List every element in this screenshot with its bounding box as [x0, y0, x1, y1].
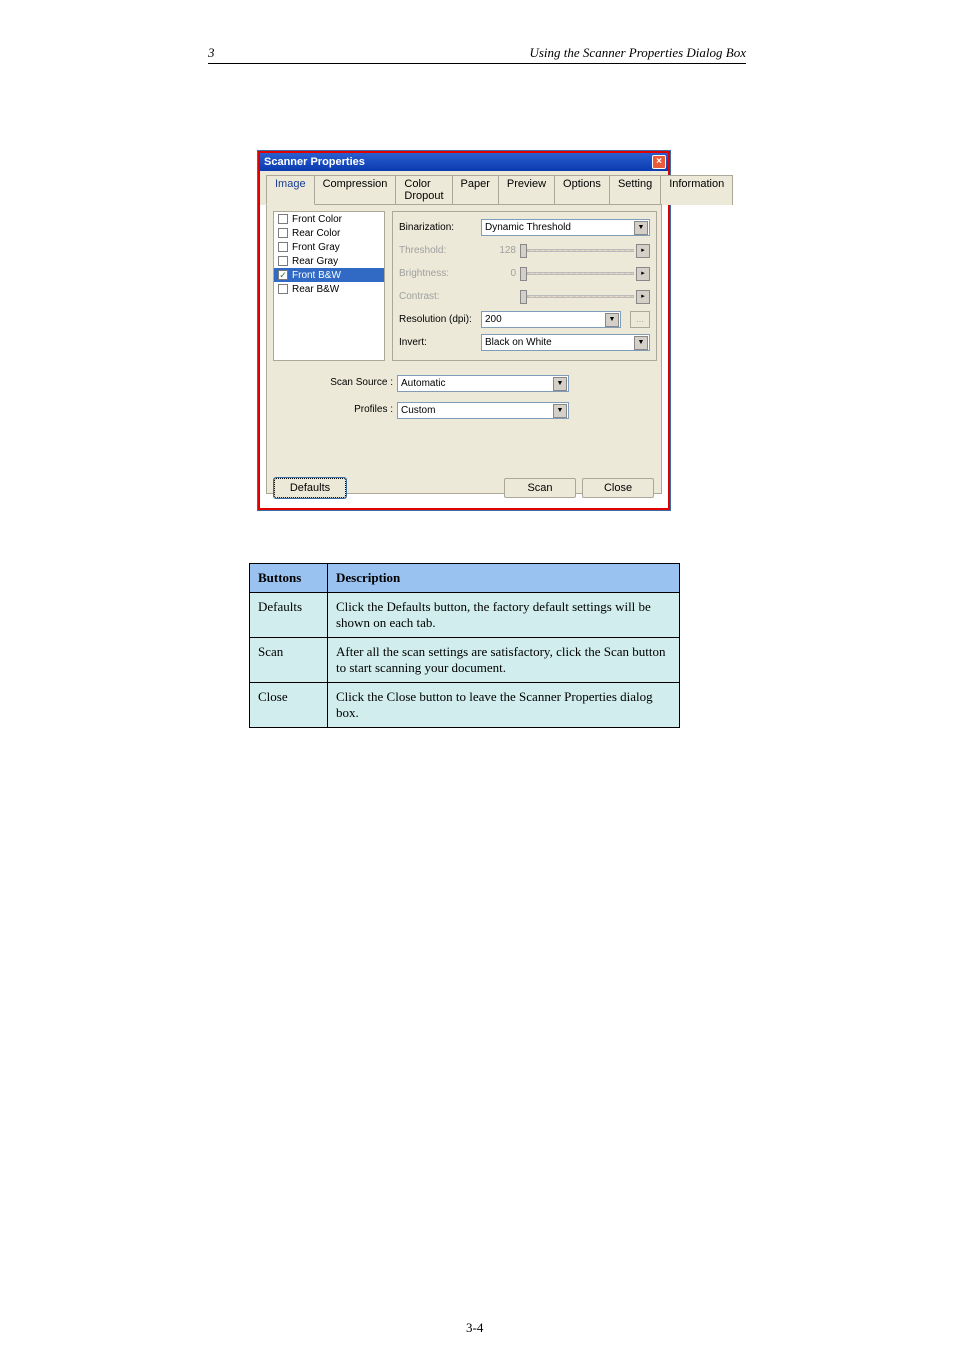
dropdown-value: 200 [485, 314, 502, 325]
scanner-properties-dialog: Scanner Properties × Image Compression C… [258, 151, 670, 510]
slider-thumb-icon [520, 290, 527, 304]
slider-track-icon [527, 272, 634, 275]
tab-information[interactable]: Information [660, 175, 733, 205]
binarization-label: Binarization: [399, 222, 475, 233]
titlebar-text: Scanner Properties [264, 156, 365, 168]
tab-image[interactable]: Image [266, 175, 315, 205]
list-label: Front Gray [292, 242, 340, 253]
profiles-dropdown[interactable]: Custom ▼ [397, 402, 569, 419]
table-row: Scan After all the scan settings are sat… [250, 638, 680, 683]
list-item-front-bw[interactable]: ✓ Front B&W [274, 268, 384, 282]
defaults-button[interactable]: Defaults [274, 478, 346, 498]
tab-color-dropout[interactable]: Color Dropout [395, 175, 452, 205]
invert-label: Invert: [399, 337, 475, 348]
header-chapter: 3 [208, 45, 215, 61]
scan-source-dropdown[interactable]: Automatic ▼ [397, 375, 569, 392]
table-header-description: Description [328, 564, 680, 593]
table-cell: Defaults [250, 593, 328, 638]
close-icon[interactable]: × [652, 155, 666, 169]
tab-body: Front Color Rear Color Front Gray Rear G… [266, 204, 662, 494]
table-cell: Click the Defaults button, the factory d… [328, 593, 680, 638]
dropdown-value: Dynamic Threshold [485, 222, 571, 233]
list-item-rear-gray[interactable]: Rear Gray [274, 254, 384, 268]
page-header: 3 Using the Scanner Properties Dialog Bo… [208, 45, 746, 64]
table-row: Close Click the Close button to leave th… [250, 683, 680, 728]
chevron-down-icon: ▼ [553, 377, 567, 391]
tab-setting[interactable]: Setting [609, 175, 661, 205]
contrast-row: Contrast: ▸ [399, 285, 650, 308]
slider-value: 0 [481, 268, 516, 279]
titlebar[interactable]: Scanner Properties × [260, 153, 668, 171]
settings-group: Binarization: Dynamic Threshold ▼ Thresh… [392, 211, 657, 361]
list-label: Rear Gray [292, 256, 338, 267]
image-selection-list[interactable]: Front Color Rear Color Front Gray Rear G… [273, 211, 385, 361]
list-label: Front B&W [292, 270, 341, 281]
list-item-rear-color[interactable]: Rear Color [274, 226, 384, 240]
chevron-down-icon: ▼ [634, 336, 648, 350]
table-row: Defaults Click the Defaults button, the … [250, 593, 680, 638]
scan-source-label: Scan Source : [327, 377, 393, 388]
table-cell: Scan [250, 638, 328, 683]
slider-thumb-icon [520, 244, 527, 258]
tab-options[interactable]: Options [554, 175, 610, 205]
list-label: Front Color [292, 214, 342, 225]
slider-thumb-icon [520, 267, 527, 281]
slider-track-icon [527, 295, 634, 298]
list-label: Rear B&W [292, 284, 339, 295]
buttons-description-table: Buttons Description Defaults Click the D… [249, 563, 680, 728]
contrast-slider[interactable]: ▸ [481, 288, 650, 305]
table-cell: Close [250, 683, 328, 728]
dropdown-value: Black on White [485, 337, 552, 348]
threshold-slider[interactable]: 128 ▸ [481, 242, 650, 259]
list-item-front-gray[interactable]: Front Gray [274, 240, 384, 254]
slider-right-icon: ▸ [636, 267, 650, 281]
checkbox-icon[interactable] [278, 242, 288, 252]
binarization-dropdown[interactable]: Dynamic Threshold ▼ [481, 219, 650, 236]
list-item-front-color[interactable]: Front Color [274, 212, 384, 226]
checkbox-icon[interactable]: ✓ [278, 270, 288, 280]
slider-right-icon: ▸ [636, 244, 650, 258]
scan-button[interactable]: Scan [504, 478, 576, 498]
table-cell: Click the Close button to leave the Scan… [328, 683, 680, 728]
invert-dropdown[interactable]: Black on White ▼ [481, 334, 650, 351]
profiles-label: Profiles : [327, 404, 393, 415]
brightness-slider[interactable]: 0 ▸ [481, 265, 650, 282]
brightness-label: Brightness: [399, 268, 475, 279]
chevron-down-icon: ▼ [553, 404, 567, 418]
tabs: Image Compression Color Dropout Paper Pr… [260, 171, 668, 205]
threshold-label: Threshold: [399, 245, 475, 256]
chevron-down-icon: ▼ [634, 221, 648, 235]
binarization-row: Binarization: Dynamic Threshold ▼ [399, 216, 650, 239]
close-button[interactable]: Close [582, 478, 654, 498]
table-header-buttons: Buttons [250, 564, 328, 593]
list-label: Rear Color [292, 228, 340, 239]
header-title: Using the Scanner Properties Dialog Box [529, 45, 746, 61]
chevron-down-icon: ▼ [605, 313, 619, 327]
tab-paper[interactable]: Paper [452, 175, 499, 205]
checkbox-icon[interactable] [278, 284, 288, 294]
page-number: 3-4 [466, 1320, 483, 1336]
resolution-more-button[interactable]: ... [630, 311, 650, 328]
contrast-label: Contrast: [399, 291, 475, 302]
checkbox-icon[interactable] [278, 214, 288, 224]
tab-preview[interactable]: Preview [498, 175, 555, 205]
slider-right-icon: ▸ [636, 290, 650, 304]
list-item-rear-bw[interactable]: Rear B&W [274, 282, 384, 296]
dropdown-value: Custom [401, 405, 435, 416]
brightness-row: Brightness: 0 ▸ [399, 262, 650, 285]
tab-compression[interactable]: Compression [314, 175, 397, 205]
invert-row: Invert: Black on White ▼ [399, 331, 650, 354]
checkbox-icon[interactable] [278, 228, 288, 238]
table-cell: After all the scan settings are satisfac… [328, 638, 680, 683]
resolution-row: Resolution (dpi): 200 ▼ ... [399, 308, 650, 331]
resolution-dropdown[interactable]: 200 ▼ [481, 311, 621, 328]
resolution-label: Resolution (dpi): [399, 314, 475, 325]
threshold-row: Threshold: 128 ▸ [399, 239, 650, 262]
dropdown-value: Automatic [401, 378, 445, 389]
checkbox-icon[interactable] [278, 256, 288, 266]
slider-track-icon [527, 249, 634, 252]
slider-value: 128 [481, 245, 516, 256]
